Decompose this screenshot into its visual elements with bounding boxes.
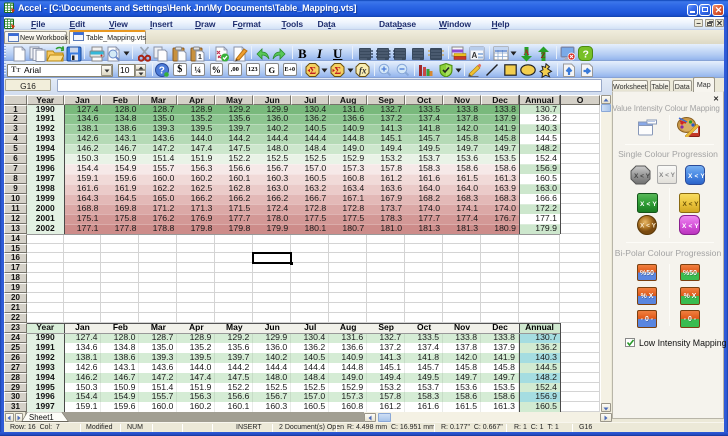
- svg-text:X < Y: X < Y: [683, 201, 700, 208]
- svg-text:fx: fx: [359, 65, 367, 75]
- svg-text:Z: Z: [541, 51, 546, 60]
- svg-text:X < Y: X < Y: [640, 222, 657, 229]
- svg-text:A: A: [524, 48, 530, 57]
- svg-text:X < Y: X < Y: [634, 173, 651, 180]
- svg-text:X < Y: X < Y: [682, 223, 699, 230]
- svg-text:?: ?: [158, 65, 164, 76]
- svg-text:Σ: Σ: [335, 66, 342, 77]
- svg-text:X < Y: X < Y: [688, 173, 705, 180]
- svg-text:?: ?: [583, 48, 589, 60]
- svg-text:X < Y: X < Y: [640, 201, 657, 208]
- svg-text:A: A: [472, 51, 478, 60]
- svg-text:1: 1: [198, 54, 202, 61]
- svg-text:Σ: Σ: [310, 66, 317, 77]
